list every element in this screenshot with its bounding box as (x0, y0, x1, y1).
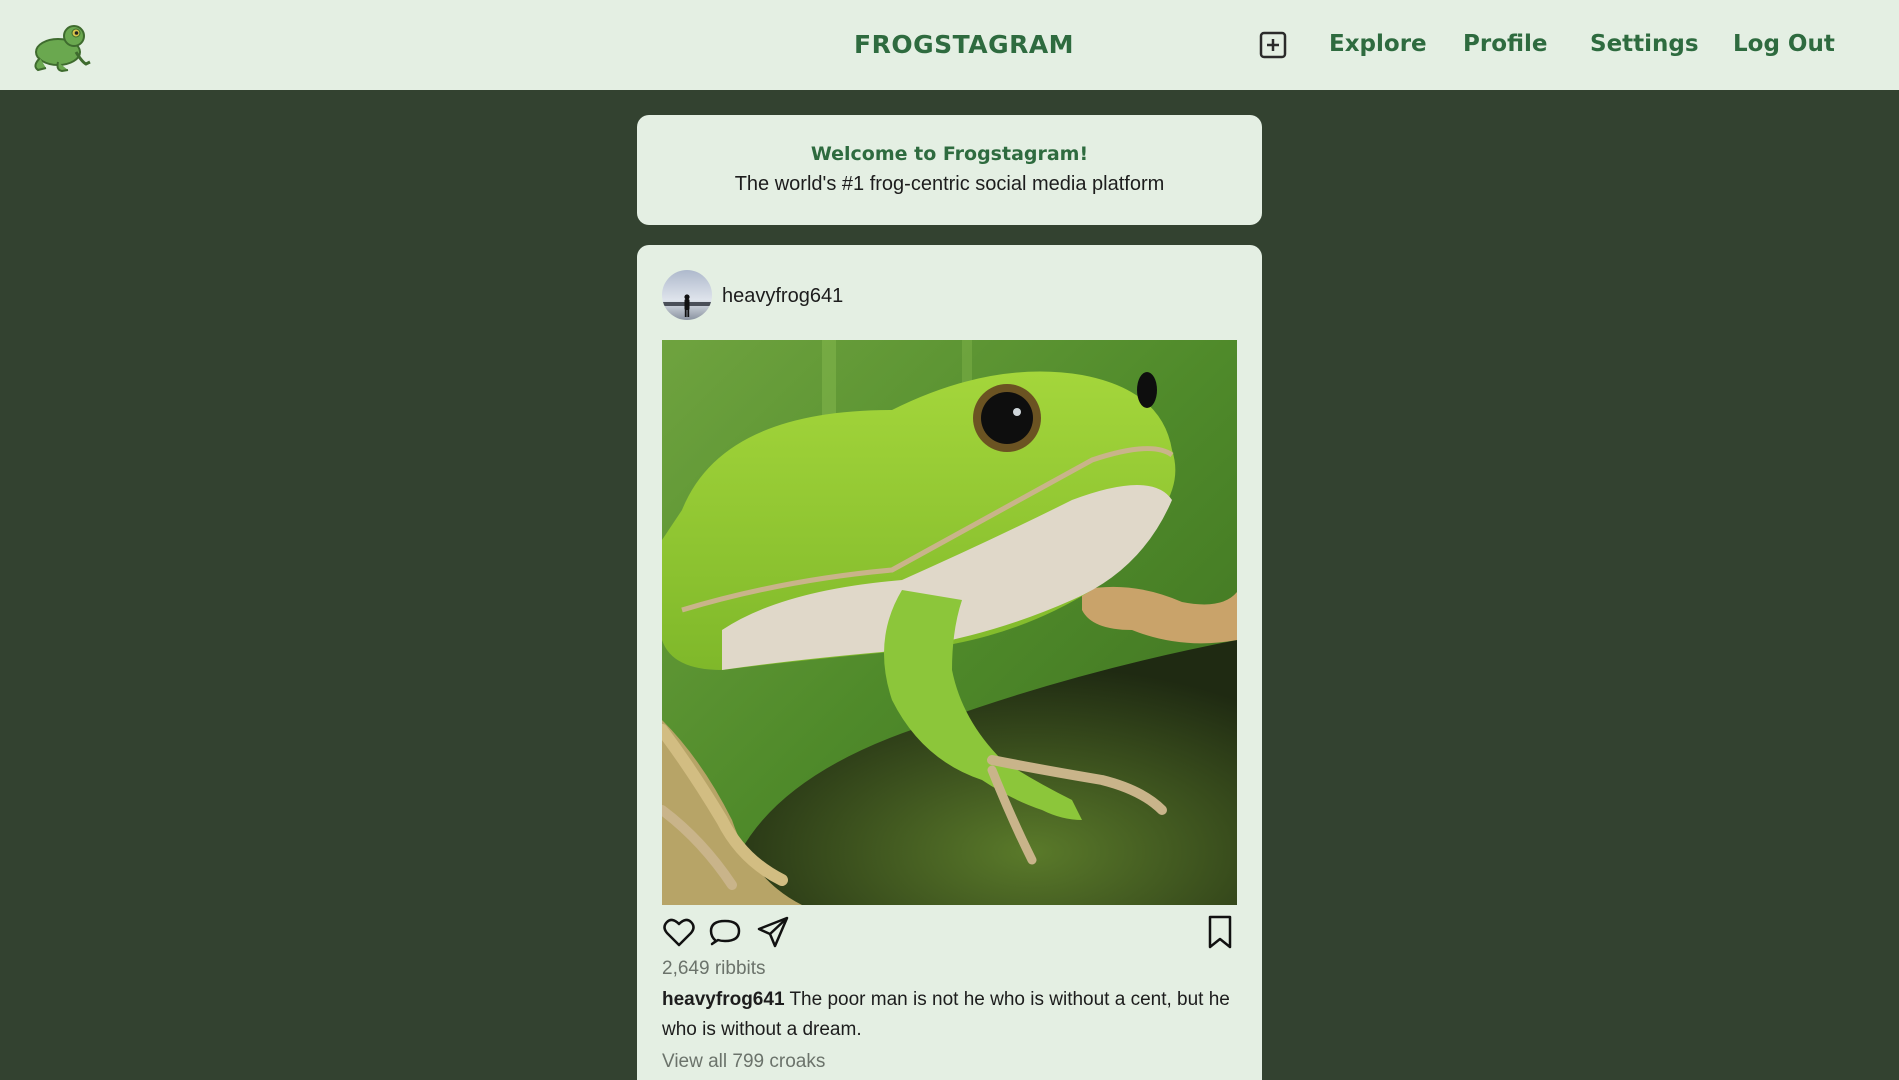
nav-profile-link[interactable]: Profile (1463, 31, 1548, 57)
avatar[interactable] (662, 270, 712, 320)
post-image[interactable] (662, 340, 1237, 905)
nav-logout-link[interactable]: Log Out (1733, 31, 1835, 57)
ribbit-count[interactable]: 2,649 ribbits (662, 958, 766, 980)
top-nav: FROGSTAGRAM Explore Profile Settings Log… (0, 0, 1899, 90)
nav-settings-link[interactable]: Settings (1590, 31, 1699, 57)
paper-plane-icon[interactable] (756, 915, 790, 949)
post-username[interactable]: heavyfrog641 (722, 285, 843, 308)
welcome-title: Welcome to Frogstagram! (810, 143, 1089, 165)
frog-logo-icon[interactable] (28, 16, 92, 74)
nav-explore-link[interactable]: Explore (1329, 31, 1427, 57)
post-caption: heavyfrog641 The poor man is not he who … (662, 985, 1242, 1045)
post-actions (662, 915, 1237, 951)
brand-title[interactable]: FROGSTAGRAM (854, 30, 1074, 59)
speech-bubble-icon[interactable] (708, 915, 742, 949)
new-post-icon[interactable] (1259, 31, 1287, 59)
view-croaks-link[interactable]: View all 799 croaks (662, 1051, 825, 1073)
welcome-card: Welcome to Frogstagram! The world's #1 f… (637, 115, 1262, 225)
welcome-subtitle: The world's #1 frog-centric social media… (734, 173, 1165, 195)
bookmark-icon[interactable] (1203, 915, 1237, 949)
post-card: heavyfrog641 2,649 ribbits heavyfrog641 … (637, 245, 1262, 1080)
heart-icon[interactable] (662, 915, 696, 949)
caption-username[interactable]: heavyfrog641 (662, 989, 785, 1010)
